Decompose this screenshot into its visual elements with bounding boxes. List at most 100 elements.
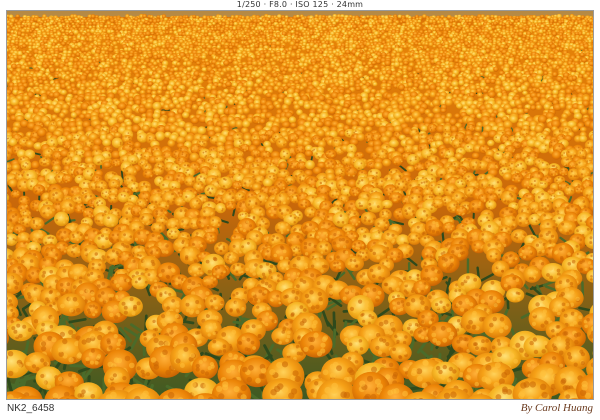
marigold-bloom — [472, 76, 479, 82]
marigold-bloom — [281, 70, 287, 75]
marigold-bloom — [502, 31, 507, 36]
marigold-bloom — [368, 70, 374, 75]
marigold-bloom — [451, 19, 456, 23]
marigold-bloom — [165, 30, 169, 35]
marigold-bloom — [53, 107, 61, 114]
marigold-bloom — [233, 99, 240, 105]
marigold-bloom — [165, 26, 169, 30]
marigold-bloom — [138, 49, 143, 54]
marigold-bloom — [191, 104, 199, 111]
marigold-bloom — [173, 67, 179, 71]
marigold-bloom — [253, 103, 262, 110]
marigold-bloom — [220, 29, 224, 33]
marigold-bloom — [65, 32, 70, 36]
marigold-bloom — [498, 25, 503, 29]
marigold-bloom — [107, 47, 114, 53]
marigold-bloom — [250, 26, 255, 30]
marigold-bloom — [493, 29, 498, 34]
marigold-bloom — [328, 107, 337, 115]
marigold-bloom — [368, 64, 374, 69]
marigold-bloom — [145, 35, 150, 39]
marigold-bloom — [585, 66, 593, 72]
marigold-bloom — [111, 40, 118, 46]
marigold-bloom — [582, 31, 586, 35]
marigold-bloom — [235, 67, 241, 72]
marigold-bloom — [27, 61, 32, 66]
marigold-bloom — [186, 66, 192, 72]
marigold-bloom — [463, 78, 471, 84]
marigold-bloom — [574, 21, 578, 25]
marigold-bloom — [71, 22, 75, 26]
marigold-bloom — [152, 101, 162, 111]
marigold-bloom — [363, 47, 368, 51]
marigold-bloom — [458, 54, 465, 59]
marigold-bloom — [432, 44, 437, 49]
marigold-bloom — [290, 30, 295, 34]
marigold-bloom — [150, 31, 155, 36]
marigold-bloom — [571, 75, 577, 81]
marigold-bloom — [227, 75, 233, 81]
marigold-bloom — [493, 66, 499, 72]
marigold-bloom — [461, 47, 468, 52]
marigold-bloom — [303, 23, 309, 29]
marigold-bloom — [432, 107, 441, 114]
marigold-bloom — [156, 89, 163, 95]
exif-caption: 1/250 · F8.0 · ISO 125 · 24mm — [236, 0, 364, 9]
marigold-bloom — [199, 91, 206, 98]
marigold-bloom — [552, 71, 558, 77]
marigold-bloom — [290, 52, 297, 58]
marigold-bloom — [345, 89, 352, 95]
marigold-bloom — [338, 19, 343, 24]
marigold-bloom — [451, 73, 457, 78]
marigold-bloom — [202, 44, 207, 49]
marigold-bloom — [285, 54, 291, 59]
marigold-bloom — [196, 78, 204, 85]
marigold-bloom — [49, 66, 56, 73]
marigold-bloom — [333, 26, 338, 31]
marigold-bloom — [332, 98, 341, 105]
marigold-bloom — [256, 87, 264, 96]
marigold-bloom — [168, 30, 174, 34]
marigold-bloom — [455, 29, 460, 33]
marigold-bloom — [146, 89, 152, 95]
marigold-bloom — [465, 28, 471, 33]
marigold-bloom — [302, 42, 307, 46]
marigold-bloom — [67, 61, 74, 67]
marigold-bloom — [312, 24, 318, 29]
marigold-bloom — [372, 81, 378, 87]
marigold-bloom — [240, 54, 246, 59]
marigold-bloom — [137, 61, 142, 66]
marigold-bloom — [366, 29, 372, 34]
marigold-bloom — [522, 54, 529, 60]
marigold-bloom — [90, 14, 96, 19]
marigold-bloom — [159, 31, 164, 36]
marigold-bloom — [540, 14, 545, 19]
marigold-bloom — [74, 45, 79, 49]
marigold-bloom — [541, 57, 548, 64]
marigold-bloom — [204, 58, 209, 63]
marigold-bloom — [456, 102, 463, 109]
marigold-bloom — [37, 76, 43, 81]
marigold-bloom — [212, 22, 216, 25]
marigold-bloom — [250, 46, 256, 52]
marigold-bloom — [351, 57, 358, 63]
marigold-bloom — [360, 55, 367, 61]
marigold-bloom — [113, 60, 119, 66]
marigold-bloom — [366, 15, 370, 18]
marigold-bloom — [261, 60, 267, 66]
marigold-bloom — [415, 26, 421, 31]
marigold-bloom — [374, 65, 379, 69]
marigold-bloom — [432, 99, 441, 107]
marigold-bloom — [207, 32, 212, 36]
marigold-bloom — [225, 81, 232, 87]
marigold-bloom — [372, 21, 376, 26]
marigold-bloom — [406, 65, 414, 72]
marigold-bloom — [588, 39, 593, 44]
marigold-bloom — [145, 55, 150, 59]
marigold-bloom — [192, 14, 196, 19]
marigold-bloom — [530, 104, 537, 111]
marigold-bloom — [580, 108, 588, 115]
marigold-bloom — [344, 37, 349, 41]
marigold-bloom — [579, 52, 585, 57]
marigold-bloom — [175, 62, 182, 67]
